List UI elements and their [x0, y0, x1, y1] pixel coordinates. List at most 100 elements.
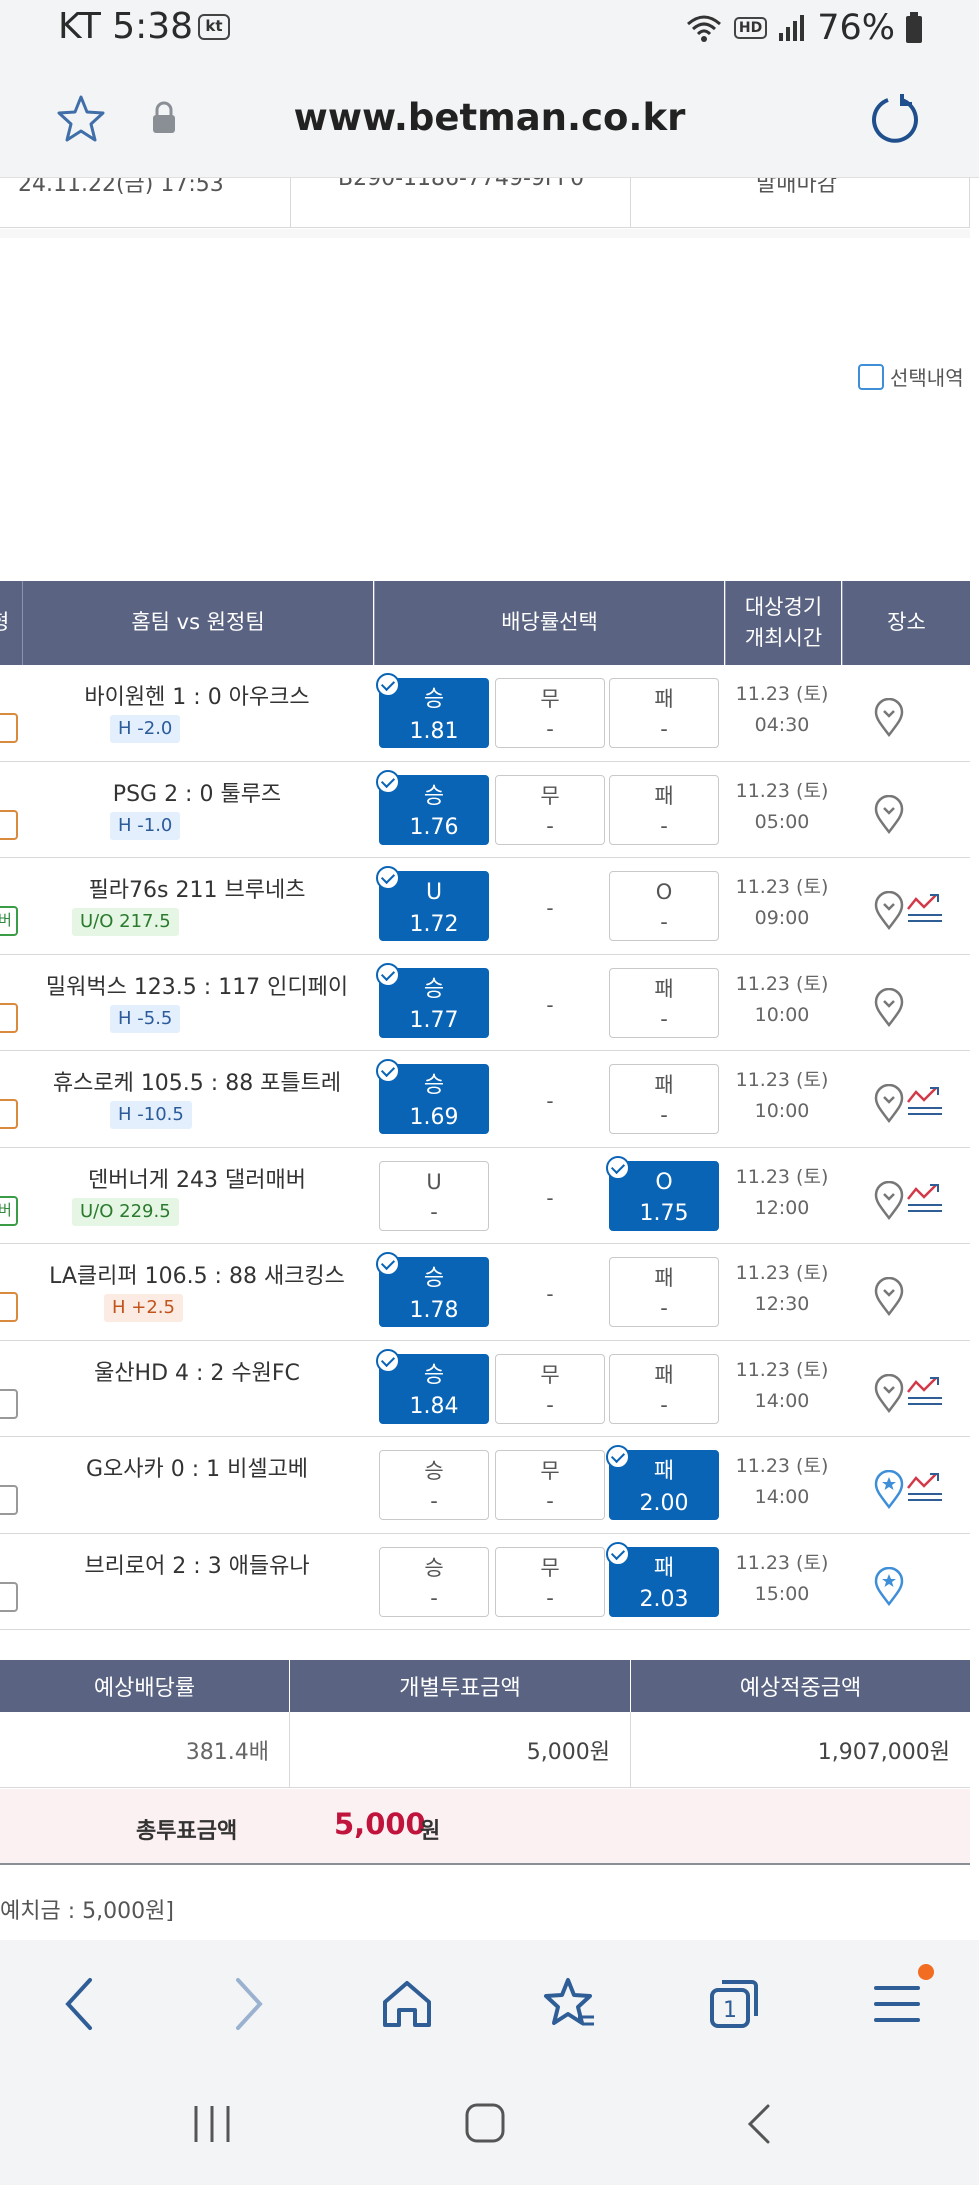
check-icon — [376, 1059, 400, 1083]
match-teams: PSG 2 : 0 툴루즈 — [112, 781, 282, 807]
forward-icon[interactable] — [228, 1976, 268, 2032]
odds-label: 패 — [654, 783, 674, 808]
odds-button-draw[interactable]: 무- — [495, 1353, 605, 1424]
browser-url-bar: www.betman.co.kr — [0, 56, 979, 178]
system-back-icon[interactable] — [744, 2102, 774, 2146]
odds-button-home[interactable]: 승 1.69 — [376, 1059, 489, 1134]
odds-button-draw[interactable]: 무- — [495, 774, 605, 845]
match-datetime: 11.23 (토) 04:30 — [726, 679, 838, 742]
venue-pin-icon[interactable] — [873, 1180, 905, 1221]
odds-button-draw[interactable]: 무- — [495, 1546, 605, 1617]
row-checkbox[interactable] — [0, 1099, 18, 1129]
bookmarks-icon[interactable] — [542, 1976, 598, 2032]
odds-button-away[interactable]: 패 2.03 — [606, 1541, 719, 1617]
match-datetime: 11.23 (토) 05:00 — [726, 776, 838, 839]
odds-value: - — [546, 1585, 554, 1610]
venue-pin-icon[interactable] — [873, 891, 905, 931]
trend-chart-icon[interactable] — [906, 1179, 944, 1215]
odds-value: 1.84 — [409, 1394, 459, 1420]
match-time: 09:00 — [754, 907, 810, 930]
odds-value: - — [660, 813, 668, 838]
reload-icon[interactable] — [868, 92, 922, 146]
handicap-tag: H -10.5 — [110, 1101, 192, 1129]
check-icon — [606, 1155, 630, 1180]
odds-value: 1.72 — [409, 911, 459, 937]
match-time: 10:00 — [754, 1100, 810, 1123]
odds-button-home[interactable]: 승- — [379, 1450, 489, 1520]
odds-value: - — [660, 1392, 668, 1417]
col-venue: 장소 — [842, 581, 970, 665]
check-icon — [376, 962, 400, 987]
odds-button-away[interactable]: O 1.75 — [606, 1155, 719, 1231]
odds-button-away[interactable]: 패 2.00 — [606, 1445, 719, 1520]
odds-label: U — [426, 1169, 442, 1194]
match-teams: 브리로어 2 : 3 애들유나 — [84, 1553, 310, 1579]
tabs-icon[interactable]: 1 — [706, 1976, 762, 2032]
match-row: 바이원헨 1 : 0 아우크스 H -2.0 승 1.81 무 - 패 -11.23 (토) 0… — [0, 665, 970, 762]
odds-value: 2.03 — [639, 1587, 689, 1613]
recent-apps-icon[interactable] — [190, 2104, 234, 2144]
odds-draw-unavailable: - — [546, 1282, 554, 1306]
venue-pin-icon[interactable] — [873, 987, 905, 1028]
match-datetime: 11.23 (토) 10:00 — [726, 1065, 838, 1128]
url-text[interactable]: www.betman.co.kr — [0, 96, 979, 139]
trend-chart-icon[interactable] — [906, 1082, 944, 1118]
trend-chart-icon[interactable] — [906, 889, 944, 925]
venue-pin-icon[interactable] — [873, 794, 905, 835]
odds-button-away[interactable]: 패- — [609, 967, 719, 1038]
odds-button-home[interactable]: U- — [379, 1160, 489, 1231]
odds-button-away[interactable]: 패- — [609, 774, 719, 845]
menu-icon[interactable] — [874, 1980, 920, 2028]
odds-button-home[interactable]: 승 1.76 — [376, 769, 489, 845]
handicap-tag: H -5.5 — [110, 1004, 181, 1033]
odds-button-away[interactable]: 패- — [609, 1257, 719, 1327]
odds-button-away[interactable]: 패- — [609, 678, 719, 748]
row-checkbox[interactable] — [0, 1485, 18, 1515]
match-datetime: 11.23 (토) 12:30 — [726, 1258, 838, 1321]
back-icon[interactable] — [60, 1976, 100, 2032]
row-checkbox[interactable] — [0, 1292, 18, 1322]
handicap-tag: H -1.0 — [110, 811, 181, 840]
match-datetime: 11.23 (토) 14:00 — [726, 1451, 838, 1514]
odds-button-away[interactable]: 패- — [609, 1064, 719, 1134]
venue-pin-icon[interactable] — [873, 1277, 905, 1317]
summary-header-bet: 개별투표금액 — [290, 1660, 630, 1712]
total-bet-row: 총투표금액 5,000 원 — [0, 1789, 970, 1865]
venue-pin-icon[interactable] — [873, 1084, 905, 1124]
total-bet-value: 5,000 — [334, 1807, 426, 1841]
odds-button-away[interactable]: O- — [609, 871, 719, 941]
row-checkbox[interactable] — [0, 713, 18, 743]
odds-button-draw[interactable]: 무- — [495, 678, 605, 748]
venue-pin-icon[interactable] — [873, 1470, 905, 1510]
odds-button-home[interactable]: 승 1.84 — [376, 1348, 489, 1424]
venue-pin-icon[interactable] — [873, 698, 905, 738]
system-home-icon[interactable] — [464, 2102, 506, 2144]
hd-icon: HD — [733, 17, 768, 39]
odds-value: - — [660, 1103, 668, 1128]
row-checkbox[interactable] — [0, 1002, 18, 1033]
row-checkbox[interactable] — [0, 1388, 18, 1419]
odds-button-home[interactable]: U 1.72 — [376, 866, 489, 941]
svg-text:1: 1 — [723, 1998, 737, 2023]
match-date: 11.23 (토) — [735, 1069, 829, 1091]
home-icon[interactable] — [380, 1978, 434, 2030]
venue-pin-icon[interactable] — [873, 1566, 905, 1607]
trend-chart-icon[interactable] — [906, 1468, 944, 1504]
odds-button-home[interactable]: 승 1.78 — [376, 1252, 489, 1327]
odds-label: 패 — [654, 687, 674, 711]
check-icon — [376, 673, 400, 697]
trend-chart-icon[interactable] — [906, 1372, 944, 1408]
odds-label: 패 — [654, 976, 674, 1001]
selection-checkbox[interactable] — [858, 364, 884, 390]
check-icon — [606, 1541, 630, 1566]
odds-button-home[interactable]: 승 1.77 — [376, 962, 489, 1038]
odds-label: 무 — [540, 1555, 560, 1580]
odds-button-home[interactable]: 승 1.81 — [376, 673, 489, 748]
row-checkbox[interactable] — [0, 1581, 18, 1612]
venue-pin-icon[interactable] — [873, 1373, 905, 1414]
row-checkbox[interactable] — [0, 809, 18, 840]
odds-button-home[interactable]: 승- — [379, 1546, 489, 1617]
odds-button-away[interactable]: 패- — [609, 1353, 719, 1424]
odds-button-draw[interactable]: 무- — [495, 1450, 605, 1520]
match-teams: 휴스로케 105.5 : 88 포틀트레 — [52, 1071, 342, 1096]
